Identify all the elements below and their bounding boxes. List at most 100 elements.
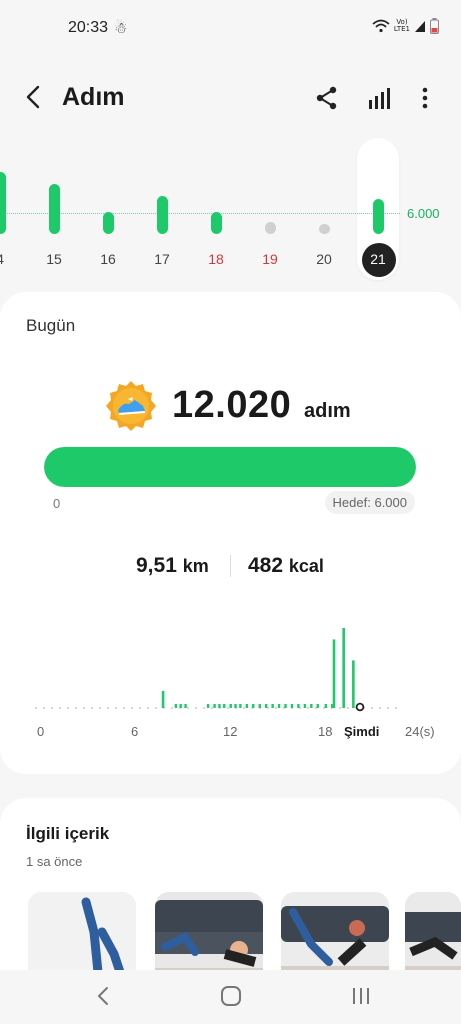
nav-home-icon[interactable] [219,984,243,1008]
day-bar-4[interactable] [0,172,6,234]
baseline-dot [99,707,101,709]
day-bar-21[interactable] [372,198,384,234]
day-label-20[interactable]: 20 [309,251,339,267]
minute-bar [213,704,216,708]
day-bar-20[interactable] [318,224,330,234]
nav-recent-icon[interactable] [350,984,372,1008]
day-label-18[interactable]: 18 [201,251,231,267]
baseline-dot [387,707,389,709]
steps-count: 12.020 [172,384,292,426]
page-title: Adım [62,83,125,111]
minute-bar [252,704,255,708]
minute-bar [239,704,242,708]
baseline-dot [155,707,157,709]
today-label: Bugün [26,316,76,335]
minute-bar [290,704,294,708]
day-label-15[interactable]: 15 [39,251,69,267]
now-marker [355,702,365,712]
baseline-dot [371,707,373,709]
baseline-dot [187,707,189,709]
hour-bar-18 [332,639,336,708]
network-indicator: Vo) LTE1 [394,19,410,33]
day-label-16[interactable]: 16 [93,251,123,267]
minute-bar [303,704,307,708]
baseline-dot [195,707,197,709]
minute-bar [223,704,226,708]
baseline-dot [347,707,349,709]
steps-progress-bar [44,447,416,487]
minute-bar [245,704,249,708]
shoe-badge-icon [106,381,156,431]
app-bar: Adım [0,72,461,124]
goal-chip: Hedef: 6.000 [324,491,415,514]
related-thumbnail[interactable] [281,892,389,982]
day-label-4[interactable]: 4 [0,251,15,267]
hour-bar-19 [342,628,345,708]
minute-bar [258,704,261,708]
weekly-steps-chart[interactable]: 6.000 4 15 16 17 18 19 20 21 [0,130,461,290]
hour-tick-18: 18 [318,724,333,739]
minute-bar [277,704,281,708]
baseline-dot [131,707,133,709]
status-bar: 20:33 ☃ Vo) LTE1 [0,0,461,56]
related-thumbnail[interactable] [155,892,263,982]
back-icon[interactable] [22,84,48,110]
metric-divider [230,555,231,577]
goal-line [0,213,400,214]
wifi-icon [372,19,390,33]
day-bar-15[interactable] [48,183,60,234]
minute-bar [324,704,328,708]
baseline-dot [75,707,77,709]
workout-image-3 [281,892,389,982]
minute-bar [234,704,237,708]
baseline-dot [227,707,229,709]
signal-icon [415,21,425,32]
kcal-unit: kcal [288,556,324,576]
progress-min-label: 0 [53,496,61,511]
baseline-dot [115,707,117,709]
related-thumbnail[interactable] [405,892,461,982]
minute-bar [297,704,300,708]
day-bar-16[interactable] [102,211,114,234]
minute-bar [218,704,221,708]
day-label-21[interactable]: 21 [363,251,393,267]
stats-icon[interactable] [366,85,392,111]
hour-tick-24: 24(s) [405,724,435,739]
calories-metric: 482 kcal [248,554,324,578]
minute-bar [264,704,268,708]
share-icon[interactable] [314,85,340,111]
minute-bar [184,704,187,708]
baseline-dot [211,707,213,709]
hourly-steps-chart: 0 6 12 18 Şimdi 24(s) [0,622,461,742]
status-icons: Vo) LTE1 [372,18,439,34]
minute-bar [316,704,319,708]
baseline-dot [323,707,325,709]
hour-bar-9 [161,690,165,708]
workout-image-4 [405,892,461,982]
more-icon[interactable] [412,85,438,111]
baseline-dot [243,707,245,709]
lte-label: LTE1 [393,25,410,33]
baseline-dot [339,707,341,709]
distance-metric: 9,51 km [136,554,209,578]
related-time: 1 sa önce [26,854,83,869]
day-bar-18[interactable] [210,211,222,234]
baseline-dot [395,707,397,709]
hour-bar-20 [352,660,355,708]
minute-bar [174,704,178,708]
baseline-dot [107,707,109,709]
day-label-17[interactable]: 17 [147,251,177,267]
baseline-dot [123,707,125,709]
nav-back-icon[interactable] [92,984,114,1008]
baseline-dot [59,707,61,709]
day-bar-17[interactable] [156,195,168,234]
related-title: İlgili içerik [26,824,110,843]
day-label-19[interactable]: 19 [255,251,285,267]
minute-bar [206,704,210,708]
baseline-dot [379,707,381,709]
distance-unit: km [182,556,209,576]
steps-progress-fill [44,447,416,487]
related-thumbnail[interactable] [28,892,136,982]
day-bar-19[interactable] [264,222,276,234]
baseline-dot [139,707,141,709]
